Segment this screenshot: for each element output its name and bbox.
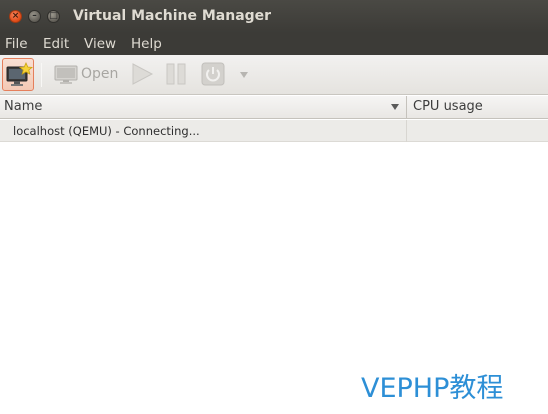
close-icon: × bbox=[11, 11, 20, 21]
table-row[interactable]: localhost (QEMU) - Connecting... bbox=[0, 120, 548, 142]
play-icon[interactable] bbox=[130, 62, 154, 86]
watermark: VEPHP教程 bbox=[361, 373, 504, 404]
open-button[interactable]: Open bbox=[81, 66, 118, 82]
menu-file[interactable]: File bbox=[5, 36, 28, 52]
column-header-name[interactable]: Name bbox=[4, 99, 42, 114]
new-vm-button[interactable] bbox=[2, 58, 34, 91]
window-title: Virtual Machine Manager bbox=[73, 8, 272, 24]
minimize-window-button[interactable]: – bbox=[28, 10, 41, 23]
sort-down-icon bbox=[391, 104, 399, 110]
minimize-icon: – bbox=[32, 11, 37, 21]
toolbar-separator bbox=[41, 63, 42, 87]
toolbar: Open bbox=[0, 55, 548, 95]
close-window-button[interactable]: × bbox=[9, 10, 22, 23]
maximize-icon: □ bbox=[49, 11, 58, 21]
chevron-down-icon[interactable] bbox=[239, 71, 249, 79]
menubar: File Edit View Help bbox=[0, 33, 548, 55]
column-divider[interactable] bbox=[406, 96, 407, 119]
menu-view[interactable]: View bbox=[84, 36, 116, 52]
pause-icon[interactable] bbox=[165, 62, 189, 86]
menu-edit[interactable]: Edit bbox=[43, 36, 69, 52]
row-column-divider bbox=[406, 120, 407, 142]
window-titlebar: × – □ Virtual Machine Manager bbox=[0, 0, 548, 33]
power-icon[interactable] bbox=[201, 62, 225, 86]
new-vm-icon bbox=[6, 62, 34, 86]
menu-help[interactable]: Help bbox=[131, 36, 162, 52]
table-header: Name CPU usage bbox=[0, 96, 548, 119]
maximize-window-button[interactable]: □ bbox=[47, 10, 60, 23]
monitor-icon bbox=[54, 65, 78, 84]
column-header-cpu-usage[interactable]: CPU usage bbox=[413, 99, 483, 114]
connection-name: localhost (QEMU) - Connecting... bbox=[13, 124, 200, 138]
